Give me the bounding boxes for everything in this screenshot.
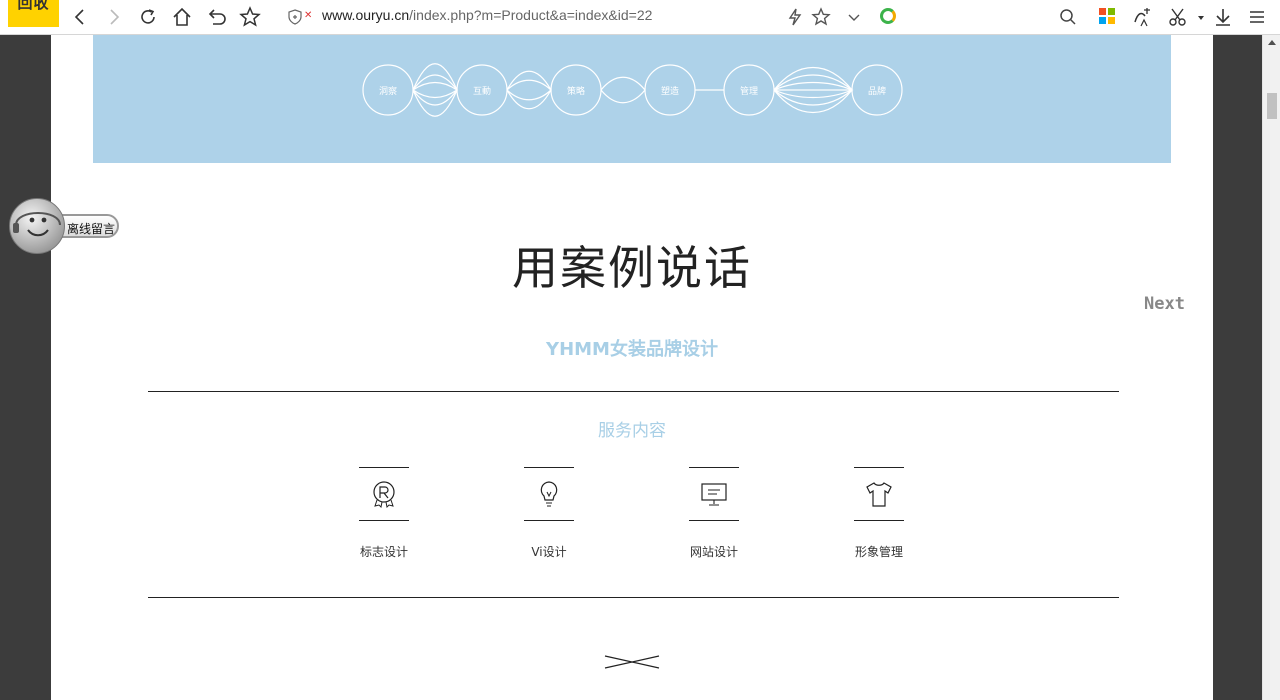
- scissors-icon[interactable]: [1167, 6, 1189, 28]
- service-item-vi: Vi设计: [494, 467, 604, 560]
- bookmark-star-icon[interactable]: [239, 6, 261, 28]
- process-step-label: 互動: [473, 86, 491, 97]
- dropdown-caret-icon[interactable]: [1190, 6, 1204, 28]
- brand-process-banner: 洞察 互動 策略 塑造 管理 品牌: [93, 35, 1171, 163]
- divider: [148, 391, 1119, 392]
- recycle-label: 回收: [17, 0, 50, 12]
- process-diagram: 洞察 互動 策略 塑造 管理 品牌: [362, 63, 903, 117]
- process-step-label: 策略: [567, 85, 585, 97]
- tshirt-icon: [854, 467, 904, 521]
- process-step-label: 管理: [740, 85, 758, 97]
- url-host: www.ouryu.cn: [322, 7, 410, 23]
- chevron-down-icon[interactable]: [843, 6, 865, 28]
- menu-icon[interactable]: [1246, 6, 1268, 28]
- translate-icon[interactable]: [1132, 6, 1154, 28]
- service-label: 形象管理: [854, 545, 903, 559]
- url-path: /index.php?m=Product&a=index&id=22: [409, 7, 653, 23]
- divider: [148, 597, 1119, 598]
- service-item-logo: 标志设计: [329, 467, 439, 560]
- vertical-scrollbar[interactable]: [1262, 35, 1280, 700]
- download-icon[interactable]: [1212, 6, 1234, 28]
- home-icon[interactable]: [171, 6, 193, 28]
- service-label: Vi设计: [531, 545, 567, 559]
- offline-message-widget[interactable]: 离线留言: [9, 198, 121, 254]
- next-link[interactable]: Next: [1144, 294, 1185, 314]
- loading-spinner-icon: [880, 8, 896, 24]
- url-text[interactable]: www.ouryu.cn/index.php?m=Product&a=index…: [322, 7, 652, 23]
- search-icon[interactable]: [1057, 6, 1079, 28]
- page-headline: 用案例说话: [512, 241, 752, 295]
- lightning-icon[interactable]: [784, 6, 806, 28]
- registered-badge-icon: [359, 467, 409, 521]
- favorite-star-icon[interactable]: [810, 6, 832, 28]
- scroll-up-arrow-icon[interactable]: [1268, 40, 1276, 45]
- offline-message-label: 离线留言: [67, 222, 116, 236]
- monitor-icon: [689, 467, 739, 521]
- scroll-thumb[interactable]: [1267, 93, 1277, 119]
- service-label: 网站设计: [689, 545, 738, 559]
- recycle-button[interactable]: 回收: [8, 0, 59, 27]
- service-item-image: 形象管理: [824, 467, 934, 560]
- services-heading: 服务内容: [598, 421, 666, 441]
- forward-icon[interactable]: [103, 6, 125, 28]
- insecure-mark-icon: ✕: [304, 10, 313, 21]
- process-step-label: 品牌: [868, 85, 886, 97]
- process-step-label: 塑造: [661, 85, 679, 97]
- support-avatar-icon[interactable]: [9, 198, 65, 254]
- service-item-website: 网站设计: [659, 467, 769, 560]
- project-title: YHMM女装品牌设计: [546, 339, 718, 360]
- browser-toolbar: 回收 ✕ www.ouryu.cn/index.php?m=Product&a=…: [0, 0, 1280, 35]
- back-icon[interactable]: [69, 6, 91, 28]
- web-page: 洞察 互動 策略 塑造 管理 品牌 用案例说话 Next YHMM女装品牌设计 …: [51, 35, 1213, 700]
- reload-icon[interactable]: [137, 6, 159, 28]
- apps-grid-icon[interactable]: [1099, 8, 1115, 24]
- collapse-cross-icon[interactable]: [604, 652, 660, 672]
- process-step-label: 洞察: [379, 85, 397, 97]
- security-shield-icon[interactable]: [288, 9, 302, 25]
- undo-icon[interactable]: [205, 6, 227, 28]
- lightbulb-icon: [524, 467, 574, 521]
- service-label: 标志设计: [359, 545, 408, 559]
